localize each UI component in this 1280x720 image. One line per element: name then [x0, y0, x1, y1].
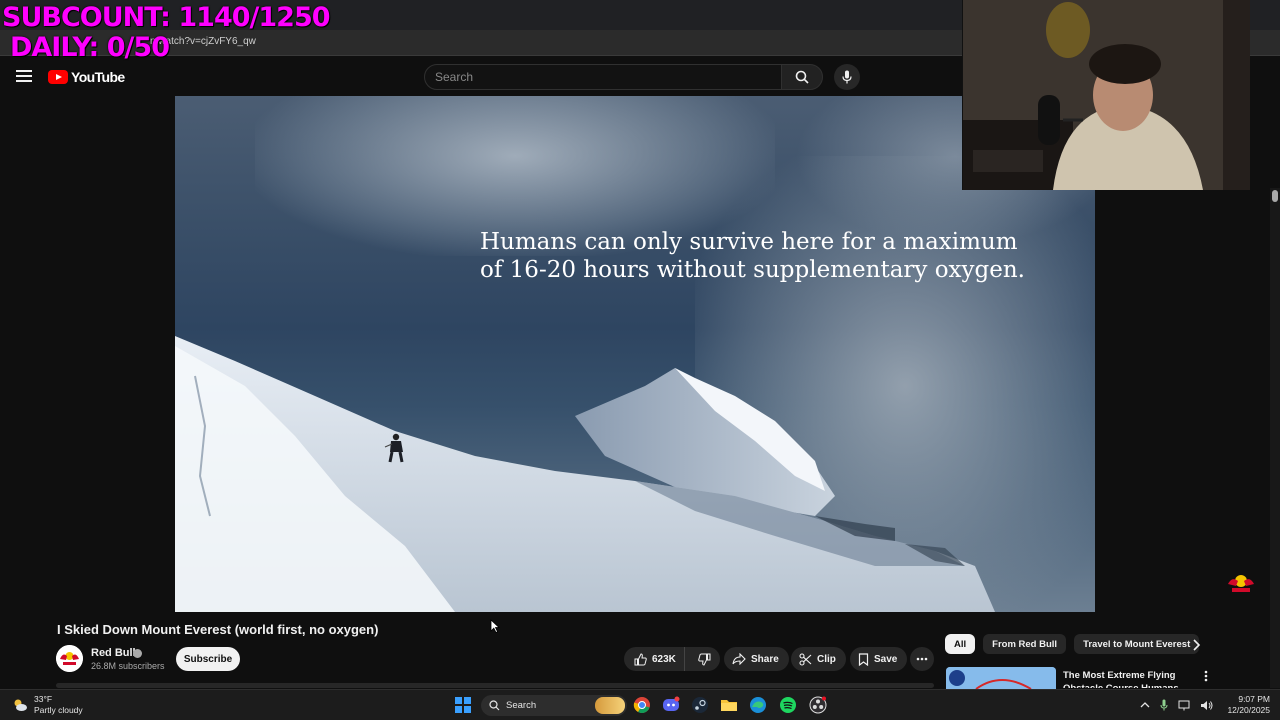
clip-button[interactable]: Clip	[791, 647, 846, 671]
related-filter-chips: All From Red Bull Travel to Mount Everes…	[945, 634, 1200, 654]
clock-time: 9:07 PM	[1238, 694, 1270, 704]
more-actions-button[interactable]	[910, 647, 934, 671]
system-tray	[1140, 699, 1213, 711]
chevron-up-icon[interactable]	[1140, 701, 1150, 709]
description-box-edge[interactable]	[56, 683, 934, 688]
taskbar-search[interactable]: Search	[481, 695, 627, 716]
windows-start-icon[interactable]	[455, 697, 471, 713]
page-scrollbar[interactable]	[1270, 188, 1280, 688]
share-label: Share	[751, 653, 779, 665]
obs-icon[interactable]	[809, 696, 827, 714]
youtube-logo[interactable]: YouTube	[48, 69, 125, 85]
volume-icon[interactable]	[1200, 700, 1213, 711]
subscriber-count: 26.8M subscribers	[91, 661, 165, 671]
search-button[interactable]	[781, 64, 823, 90]
video-caption: Humans can only survive here for a maxim…	[480, 228, 1025, 284]
windows-taskbar: 33°F Partly cloudy Search 9:07 PM 12/20/…	[0, 689, 1280, 720]
like-count: 623K	[652, 653, 676, 665]
video-caption-line-1: Humans can only survive here for a maxim…	[480, 229, 1018, 255]
search-icon	[489, 700, 500, 711]
red-bull-logo-icon	[56, 645, 83, 672]
bookmark-icon	[858, 652, 869, 666]
chip-from-red-bull[interactable]: From Red Bull	[983, 634, 1067, 654]
scissors-icon	[799, 652, 812, 666]
video-title: I Skied Down Mount Everest (world first,…	[57, 622, 379, 637]
clock-date: 12/20/2025	[1227, 705, 1270, 715]
skier-figure	[384, 433, 404, 463]
red-bull-watermark-icon	[1228, 575, 1254, 592]
subcount-overlay: SUBCOUNT: 1140/1250	[2, 2, 331, 33]
streamer-figure	[963, 0, 1250, 190]
channel-name[interactable]: Red Bull	[91, 647, 136, 659]
screen: n/watch?v=cjZvFY6_qw YouTube Search Huma…	[0, 0, 1280, 720]
steam-icon[interactable]	[691, 696, 709, 714]
dislike-button[interactable]	[690, 647, 719, 671]
network-icon[interactable]	[1178, 700, 1190, 711]
weather-temperature: 33°F	[34, 694, 53, 704]
recommendation-thumbnail[interactable]	[946, 667, 1056, 689]
voice-search-button[interactable]	[834, 64, 860, 90]
verified-badge-icon	[133, 649, 142, 658]
hamburger-menu-icon[interactable]	[16, 70, 32, 82]
like-dislike-group: 623K	[624, 647, 720, 671]
save-button[interactable]: Save	[850, 647, 908, 671]
share-button[interactable]: Share	[724, 647, 789, 671]
video-caption-line-2: of 16-20 hours without supplementary oxy…	[480, 257, 1025, 283]
weather-condition: Partly cloudy	[34, 705, 83, 715]
more-vertical-icon[interactable]	[1204, 670, 1208, 682]
partly-cloudy-icon	[14, 699, 27, 711]
chrome-icon[interactable]	[633, 696, 651, 714]
chip-travel-to-mount-everest[interactable]: Travel to Mount Everest	[1074, 634, 1200, 654]
daily-overlay: DAILY: 0/50	[10, 32, 170, 63]
discord-icon[interactable]	[662, 696, 680, 714]
microphone-icon[interactable]	[1160, 699, 1168, 711]
file-explorer-icon[interactable]	[720, 696, 738, 714]
save-label: Save	[874, 653, 898, 665]
thumbs-up-icon	[634, 652, 647, 665]
chip-all[interactable]: All	[945, 634, 976, 654]
edge-icon[interactable]	[749, 696, 767, 714]
search-box[interactable]	[424, 64, 782, 90]
video-player[interactable]: Humans can only survive here for a maxim…	[175, 96, 1095, 612]
mouse-cursor-icon	[490, 619, 500, 633]
scrollbar-thumb[interactable]	[1272, 190, 1278, 202]
channel-avatar[interactable]	[56, 645, 83, 672]
subscribe-button[interactable]: Subscribe	[176, 647, 240, 671]
search-input[interactable]	[425, 65, 781, 89]
taskbar-clock[interactable]: 9:07 PM 12/20/2025	[1226, 694, 1270, 716]
recommendation-thumbnail-art	[946, 667, 1056, 689]
search-icon	[795, 70, 809, 84]
share-arrow-icon	[732, 653, 746, 665]
more-horizontal-icon	[916, 657, 928, 661]
taskbar-search-label: Search	[506, 700, 537, 711]
mountain-scene	[175, 336, 995, 612]
clip-label: Clip	[817, 653, 836, 665]
chevron-right-icon[interactable]	[1190, 638, 1202, 652]
youtube-play-icon	[48, 70, 68, 84]
recommendation-title[interactable]: The Most Extreme Flying Obstacle Course …	[1063, 669, 1191, 688]
spotify-icon[interactable]	[779, 696, 797, 714]
like-button[interactable]: 623K	[624, 647, 685, 671]
thumbs-down-icon	[698, 653, 711, 666]
search-highlight-image	[595, 697, 625, 714]
webcam-overlay	[962, 0, 1250, 190]
microphone-icon	[842, 70, 852, 84]
weather-widget[interactable]: 33°F Partly cloudy	[12, 694, 83, 716]
youtube-logo-text: YouTube	[71, 69, 125, 85]
